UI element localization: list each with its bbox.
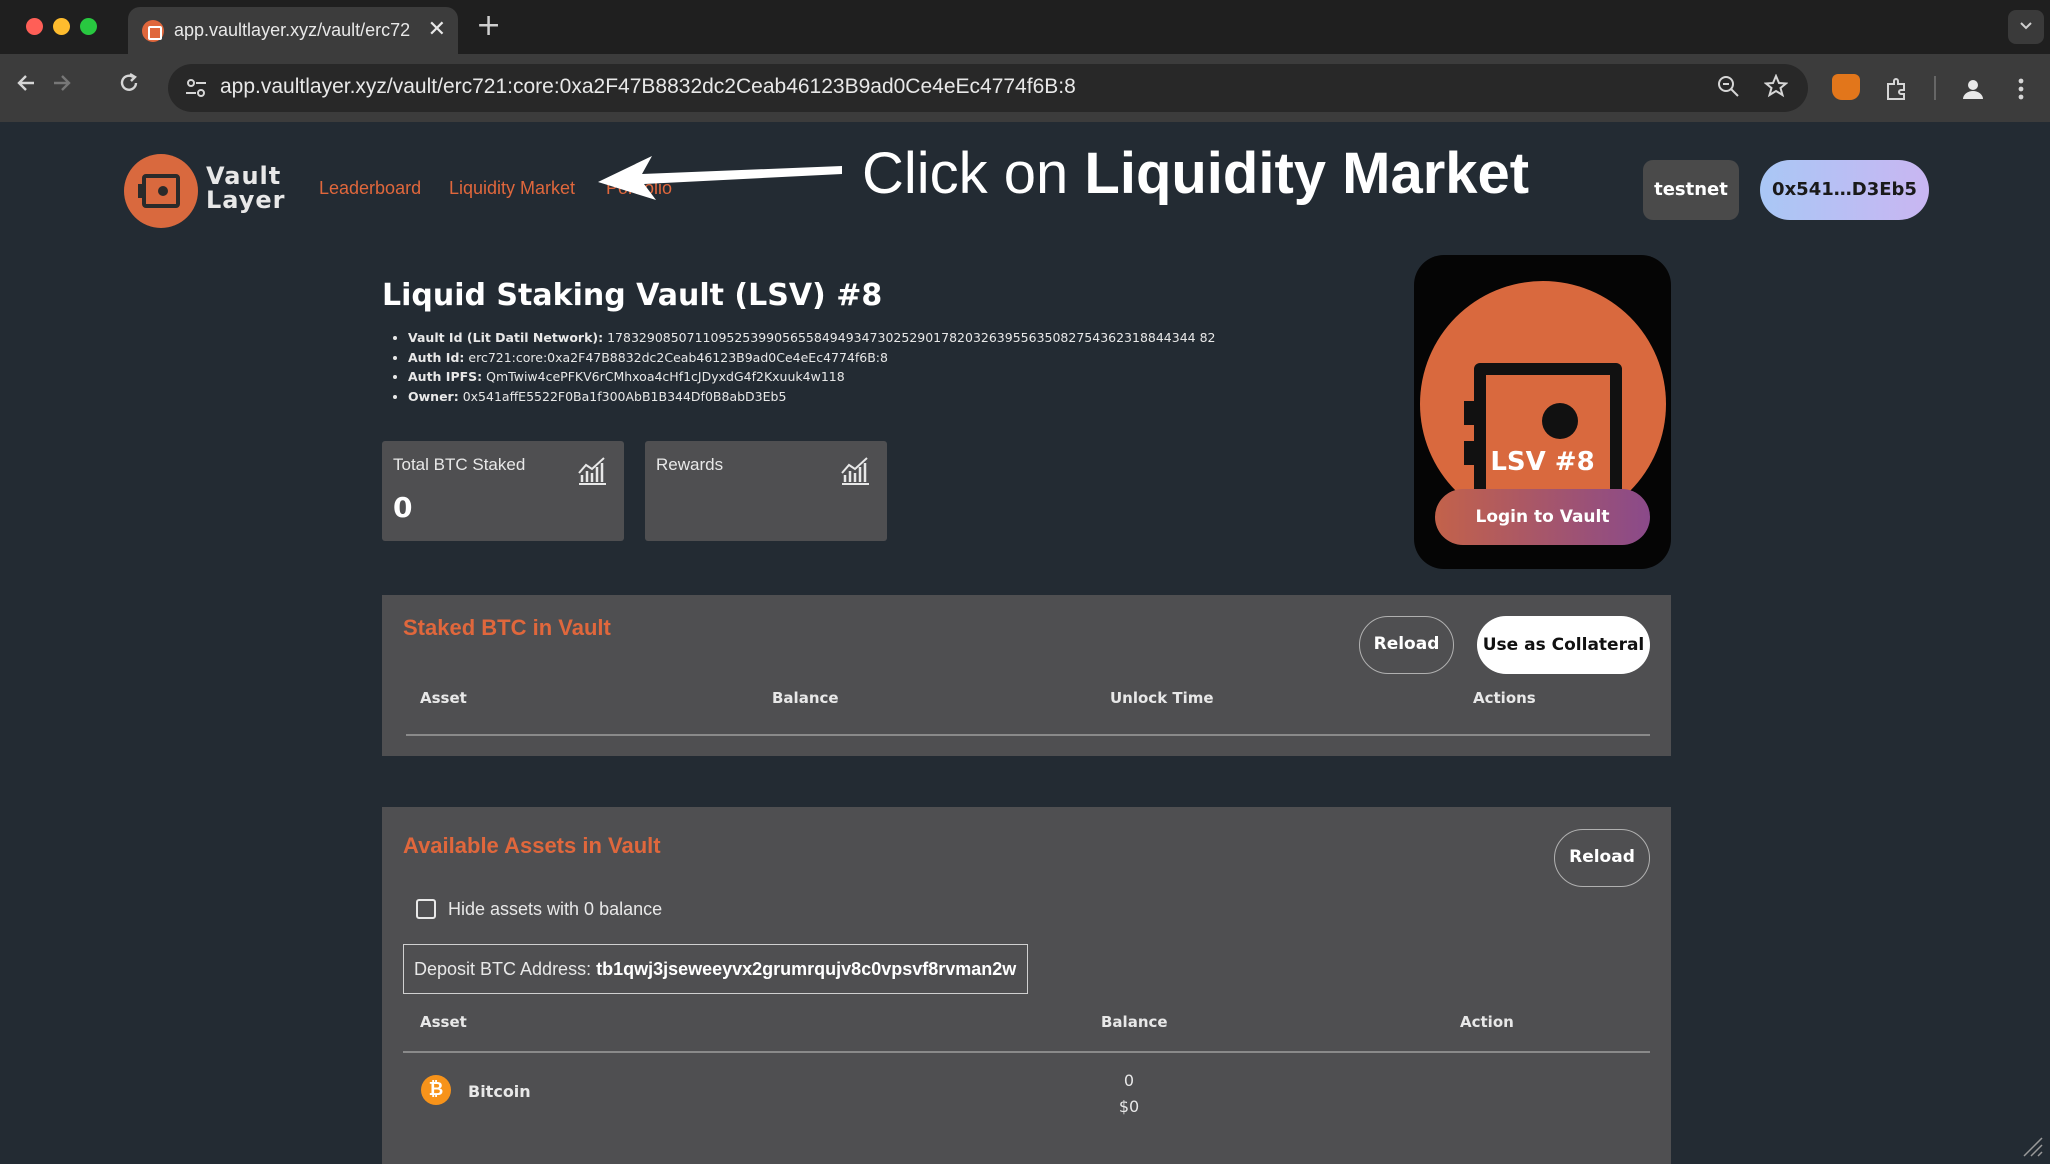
- staked-btc-panel: Staked BTC in Vault Reload Use as Collat…: [382, 595, 1671, 756]
- table-divider: [403, 1051, 1650, 1053]
- tab-close-icon[interactable]: ✕: [428, 17, 446, 42]
- column-header-balance: Balance: [772, 689, 839, 707]
- zoom-icon[interactable]: [1716, 74, 1740, 104]
- column-header-balance: Balance: [1101, 1013, 1168, 1031]
- extensions-puzzle-icon[interactable]: [1884, 76, 1910, 108]
- stat-card-total-btc-staked: Total BTC Staked 0: [382, 441, 624, 541]
- nft-label: LSV #8: [1490, 447, 1595, 477]
- meta-vault-id: Vault Id (Lit Datil Network): 1783290850…: [408, 328, 1216, 348]
- browser-tab-bar: app.vaultlayer.xyz/vault/erc72 ✕ +: [0, 0, 2050, 54]
- tutorial-caption-prefix: Click on: [862, 141, 1085, 206]
- page-title: Liquid Staking Vault (LSV) #8: [382, 278, 883, 313]
- panel-title: Staked BTC in Vault: [403, 615, 611, 640]
- address-bar[interactable]: app.vaultlayer.xyz/vault/erc721:core:0xa…: [168, 64, 1808, 112]
- column-header-unlock-time: Unlock Time: [1110, 689, 1214, 707]
- metamask-extension-icon[interactable]: [1832, 74, 1860, 100]
- asset-balance: 0: [1123, 1071, 1135, 1090]
- stat-value: 0: [393, 491, 413, 524]
- bitcoin-icon: ₿: [421, 1075, 451, 1105]
- network-button[interactable]: testnet: [1643, 160, 1739, 220]
- table-divider: [406, 734, 1650, 736]
- tutorial-arrow-icon: [598, 156, 842, 200]
- reload-icon[interactable]: [116, 70, 142, 103]
- vault-meta-list: Vault Id (Lit Datil Network): 1783290850…: [408, 328, 1216, 406]
- staked-reload-button[interactable]: Reload: [1359, 616, 1454, 674]
- vaultlayer-favicon-icon: [142, 20, 164, 42]
- tab-search-chevron-icon[interactable]: [2008, 10, 2044, 44]
- tutorial-caption-target: Liquidity Market: [1084, 141, 1530, 206]
- browser-toolbar: app.vaultlayer.xyz/vault/erc721:core:0xa…: [0, 54, 2050, 122]
- table-row: Asset Balance Action ₿ Bitcoin 0 $0: [382, 807, 1671, 1164]
- meta-auth-id: Auth Id: erc721:core:0xa2F47B8832dc2Ceab…: [408, 348, 1216, 368]
- column-header-asset: Asset: [420, 689, 467, 707]
- chart-trend-icon: [839, 455, 871, 487]
- forward-arrow-icon[interactable]: [48, 70, 74, 103]
- vault-nft-card: LSV #8 Login to Vault: [1414, 255, 1671, 569]
- new-tab-icon[interactable]: +: [476, 8, 501, 43]
- column-header-action: Action: [1460, 1013, 1514, 1031]
- vault-layer-logo-icon[interactable]: [124, 154, 198, 228]
- asset-balance-usd: $0: [1118, 1097, 1140, 1116]
- meta-auth-ipfs: Auth IPFS: QmTwiw4cePFKV6rCMhxoa4cHf1cJD…: [408, 367, 1216, 387]
- logo-text[interactable]: Vault Layer: [206, 164, 296, 212]
- url-text[interactable]: app.vaultlayer.xyz/vault/erc721:core:0xa…: [220, 75, 1076, 99]
- column-header-asset: Asset: [420, 1013, 467, 1031]
- stat-card-rewards: Rewards: [645, 441, 887, 541]
- window-maximize-button[interactable]: [80, 18, 97, 35]
- stat-label: Total BTC Staked: [393, 455, 526, 474]
- resize-handle-icon[interactable]: [2020, 1134, 2044, 1158]
- browser-tab[interactable]: app.vaultlayer.xyz/vault/erc72 ✕: [128, 7, 458, 54]
- bookmark-star-icon[interactable]: [1763, 73, 1789, 104]
- login-to-vault-button[interactable]: Login to Vault: [1435, 489, 1650, 545]
- stat-label: Rewards: [656, 455, 724, 474]
- tab-title: app.vaultlayer.xyz/vault/erc72: [174, 20, 411, 40]
- nav-leaderboard[interactable]: Leaderboard: [319, 178, 421, 199]
- window-close-button[interactable]: [26, 18, 43, 35]
- use-as-collateral-button[interactable]: Use as Collateral: [1477, 616, 1650, 674]
- column-header-actions: Actions: [1473, 689, 1536, 707]
- vault-lock-icon: [1474, 363, 1622, 501]
- chart-trend-icon: [576, 455, 608, 487]
- site-settings-icon[interactable]: [182, 74, 210, 102]
- browser-menu-icon[interactable]: [2016, 76, 2026, 108]
- wallet-button[interactable]: 0x541…D3Eb5: [1760, 160, 1929, 220]
- tutorial-caption: Click on Liquidity Market: [862, 140, 1529, 207]
- window-minimize-button[interactable]: [53, 18, 70, 35]
- meta-owner: Owner: 0x541affE5522F0Ba1f300AbB1B344Df0…: [408, 387, 1216, 407]
- asset-name: Bitcoin: [468, 1082, 531, 1101]
- nav-liquidity-market[interactable]: Liquidity Market: [449, 178, 575, 199]
- back-arrow-icon[interactable]: [14, 70, 40, 103]
- profile-avatar-icon[interactable]: [1960, 76, 1986, 108]
- toolbar-divider: [1934, 76, 1936, 100]
